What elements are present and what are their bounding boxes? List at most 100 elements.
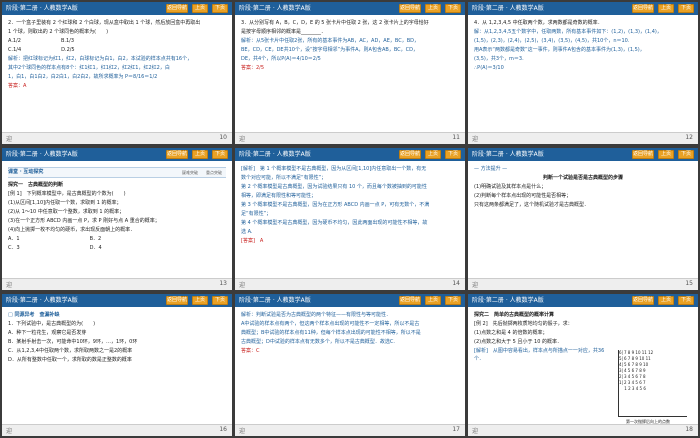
slide-body: 解析：判断试验是否为古典概型的两个特征——有限性与等可能性． A中试验的样本点有… [241, 311, 459, 423]
footer-mark: 迎 [472, 428, 479, 435]
option-line: D．从所有整数中任取一个，求所取的数是正整数的概率 [8, 357, 132, 363]
solution-line: 解：从1,2,3,4,5五个数字中，任取两数，所有基本事件如下：(1,2)，(1… [474, 29, 662, 35]
slide-page-12: 阶段·第二册 · 人教数学A版 返回导航 上页 下页 4．从 1,2,3,4,5… [468, 2, 698, 144]
slide-body: 课堂 · 互动探究 疑难突破 重点突破 探究一 古典概型的判断 [例 1] 下列… [8, 165, 226, 277]
next-page-button[interactable]: 下页 [212, 150, 228, 159]
solution-line: 用A表示“两数都是奇数”这一事件，则事件A包含的基本事件为(1,3)，(1,5)… [474, 47, 645, 53]
prev-page-button[interactable]: 上页 [658, 150, 674, 159]
dice-sum-grid: 6│7 8 9 10 11 12 5│6 7 8 9 10 11 4│5 6 7… [618, 350, 687, 417]
solution-line: [解析] 第 1 个概率模型不是古典概型，因为从区间[1,10]内任意取出一个数… [241, 166, 427, 172]
question-line: (4)向上抛掷一枚不均匀的硬币，求出现反面朝上的概率． [8, 227, 136, 233]
prev-page-button[interactable]: 上页 [192, 296, 208, 305]
next-page-button[interactable]: 下页 [445, 4, 461, 13]
footer-mark: 迎 [6, 136, 13, 143]
method-line: 只有这两条都满足了，这个随机试验才是古典概型． [474, 202, 590, 208]
slide-page-11: 阶段·第二册 · 人教数学A版 返回导航 上页 下页 3．从分别写有 A，B，C… [235, 2, 465, 144]
prev-page-button[interactable]: 上页 [658, 4, 674, 13]
slide-footer: 迎 10 [2, 132, 232, 144]
solution-line: 数个对应可能，所以不满足“有限性”； [241, 175, 327, 181]
header-title: 阶段·第二册 · 人教数学A版 [472, 5, 544, 12]
next-page-button[interactable]: 下页 [445, 150, 461, 159]
footer-mark: 迎 [472, 136, 479, 143]
nav-back-button[interactable]: 返回导航 [166, 4, 188, 13]
slide-page-10: 阶段·第二册 · 人教数学A版 返回导航 上页 下页 2．一个盒子里装有 2 个… [2, 2, 232, 144]
next-page-button[interactable]: 下页 [445, 296, 461, 305]
slide-footer: 迎 17 [235, 424, 465, 436]
question-line: (2)点数之和大于 5 且小于 10 的概率． [474, 339, 562, 345]
option-line: A.1/2 B.1/3 [8, 38, 75, 44]
next-page-button[interactable]: 下页 [678, 150, 694, 159]
page-number: 13 [219, 280, 227, 287]
nav-back-button[interactable]: 返回导航 [632, 150, 654, 159]
nav-back-button[interactable]: 返回导航 [399, 4, 421, 13]
header-title: 阶段·第二册 · 人教数学A版 [472, 297, 544, 304]
question-line: 是按字母顺序相邻的概率是________． [241, 29, 327, 35]
page-number: 11 [452, 134, 460, 141]
next-page-button[interactable]: 下页 [212, 4, 228, 13]
section-title: 课堂 · 互动探究 [8, 169, 44, 175]
slide-page-16: 阶段·第二册 · 人教数学A版 返回导航 上页 下页 □ 同源异考 查漏补缺 1… [2, 294, 232, 436]
question-line: 4．从 1,2,3,4,5 中任取两个数，求两数都是奇数的概率． [474, 20, 603, 26]
method-tag: — 方法提升 — [474, 166, 508, 172]
slide-page-15: 阶段·第二册 · 人教数学A版 返回导航 上页 下页 — 方法提升 — 判断一个… [468, 148, 698, 290]
page-number: 14 [452, 280, 460, 287]
header-title: 阶段·第二册 · 人教数学A版 [239, 151, 311, 158]
slide-page-13: 阶段·第二册 · 人教数学A版 返回导航 上页 下页 课堂 · 互动探究 疑难突… [2, 148, 232, 290]
slide-body: 3．从分别写有 A，B，C，D，E 的 5 张卡片中任取 2 张，这 2 张卡片… [241, 19, 459, 131]
question-line: 2．一个盒子里装有 2 个红球和 2 个白球，现从盒中取出 1 个球，然后放回盒… [8, 20, 201, 26]
footer-mark: 迎 [6, 282, 13, 289]
answer-line: 答案：C [241, 348, 260, 354]
nav-back-button[interactable]: 返回导航 [632, 4, 654, 13]
slide-header: 阶段·第二册 · 人教数学A版 返回导航 上页 下页 [235, 294, 465, 307]
slide-page-18: 阶段·第二册 · 人教数学A版 返回导航 上页 下页 探究二 简单的古典概型的概… [468, 294, 698, 436]
header-title: 阶段·第二册 · 人教数学A版 [239, 297, 311, 304]
footer-mark: 迎 [239, 428, 246, 435]
option-line: C．从1,2,3,4中任取两个数，求所取两数之一是2的概率 [8, 348, 133, 354]
slide-footer: 迎 16 [2, 424, 232, 436]
footer-mark: 迎 [239, 282, 246, 289]
header-title: 阶段·第二册 · 人教数学A版 [6, 297, 78, 304]
nav-back-button[interactable]: 返回导航 [399, 150, 421, 159]
topic-title: 探究一 古典概型的判断 [8, 182, 64, 188]
prev-page-button[interactable]: 上页 [192, 150, 208, 159]
slide-body: — 方法提升 — 判断一个试验是否是古典概型的步骤 (1)明确试验及其样本点是什… [474, 165, 692, 277]
nav-back-button[interactable]: 返回导航 [166, 296, 188, 305]
slide-header: 阶段·第二册 · 人教数学A版 返回导航 上页 下页 [2, 294, 232, 307]
page-number: 17 [452, 426, 460, 433]
prev-page-button[interactable]: 上页 [425, 296, 441, 305]
prev-page-button[interactable]: 上页 [425, 150, 441, 159]
solution-line: [解析] 从图中容易看出，样本点与所描点一一对应，共36个． [474, 348, 605, 362]
slide-footer: 迎 12 [468, 132, 698, 144]
header-title: 阶段·第二册 · 人教数学A版 [239, 5, 311, 12]
nav-back-button[interactable]: 返回导航 [166, 150, 188, 159]
solution-line: 其中2个球同色的样本点有8个：红1红1，红1红2，红2红1，红2红2，白 [8, 65, 170, 71]
page-number: 12 [685, 134, 693, 141]
solution-line: 1，白1，白1白2，白2白1，白2白2，故所求概率为 P＝8/16＝1/2 [8, 74, 158, 80]
solution-line: (1,5)，(2,3)，(2,4)，(2,5)，(3,4)，(3,5)，(4,5… [474, 38, 630, 44]
prev-page-button[interactable]: 上页 [658, 296, 674, 305]
option-line: A．1 B．2 [8, 236, 102, 242]
slide-footer: 迎 14 [235, 278, 465, 290]
slide-footer: 迎 18 [468, 424, 698, 436]
header-title: 阶段·第二册 · 人教数学A版 [472, 151, 544, 158]
prev-page-button[interactable]: 上页 [192, 4, 208, 13]
topic-title: 探究二 简单的古典概型的概率计算 [474, 312, 555, 318]
method-title: 判断一个试验是否是古典概型的步骤 [542, 175, 623, 181]
slide-header: 阶段·第二册 · 人教数学A版 返回导航 上页 下页 [468, 148, 698, 161]
next-page-button[interactable]: 下页 [678, 4, 694, 13]
next-page-button[interactable]: 下页 [678, 296, 694, 305]
practice-tag: □ 同源异考 查漏补缺 [8, 312, 60, 318]
nav-back-button[interactable]: 返回导航 [632, 296, 654, 305]
slide-header: 阶段·第二册 · 人教数学A版 返回导航 上页 下页 [2, 148, 232, 161]
next-page-button[interactable]: 下页 [212, 296, 228, 305]
question-line: [例 2] 先后抛掷两枚质地均匀的骰子，求： [474, 321, 573, 327]
question-line: (2)从 1～10 中任意取一个整数，求取到 1 的概率； [8, 209, 125, 215]
prev-page-button[interactable]: 上页 [425, 4, 441, 13]
answer-line: 答案：2/5 [241, 65, 265, 71]
method-line: (1)明确试验及其样本点是什么； [474, 184, 547, 190]
slide-body: [解析] 第 1 个概率模型不是古典概型，因为从区间[1,10]内任意取出一个数… [241, 165, 459, 277]
solution-line: BE，CD，CE，DE共10个，设“按字母相邻”为事件A，则A包含AB，BC，C… [241, 47, 419, 53]
slide-header: 阶段·第二册 · 人教数学A版 返回导航 上页 下页 [468, 294, 698, 307]
question-line: 1．下列试验中，是古典概型的为( ) [8, 321, 96, 327]
nav-back-button[interactable]: 返回导航 [399, 296, 421, 305]
